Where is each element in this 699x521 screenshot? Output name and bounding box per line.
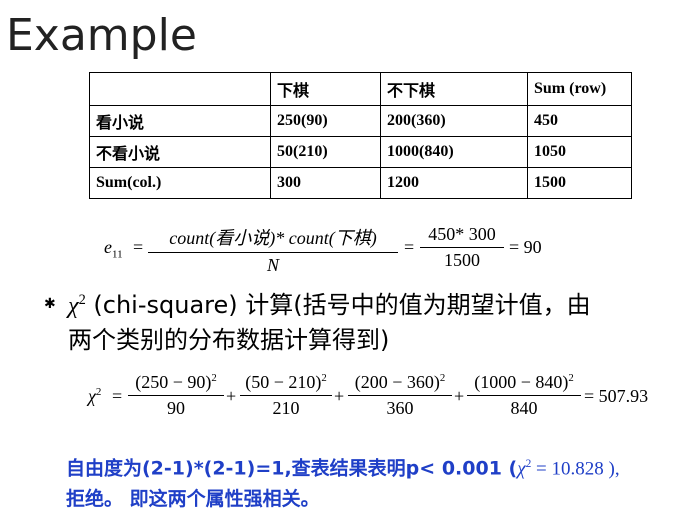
- chi-symbol: χ: [68, 293, 79, 319]
- chi2-symbol: χ2: [88, 386, 101, 407]
- term-numerator-text: (200 − 360): [354, 372, 440, 392]
- fraction-bar: [467, 395, 581, 396]
- equals-sign: =: [404, 237, 415, 257]
- description-line-1: (chi-square) 计算(括号中的值为期望计值，由: [85, 291, 591, 319]
- chi-symbol: χ: [517, 458, 526, 480]
- chi-term-fraction: (250 − 90)2 90: [128, 372, 224, 419]
- e-letter: e: [104, 237, 112, 257]
- chi-term-fraction: (200 − 360)2 360: [348, 372, 452, 419]
- fraction-numerator: (200 − 360)2: [348, 372, 452, 393]
- fraction-values: 450* 300 1500: [420, 224, 504, 271]
- conclusion-line-2: 拒绝。 即这两个属性强相关。: [66, 488, 320, 511]
- fraction-count: count(看小说)* count(下棋) N: [148, 224, 398, 276]
- term-exponent: 2: [568, 372, 574, 384]
- fraction-denominator: 840: [510, 398, 538, 418]
- fraction-denominator: 360: [386, 398, 414, 418]
- term-exponent: 2: [439, 372, 446, 384]
- fraction-bar: [240, 395, 332, 396]
- conclusion-text: 自由度为(2-1)*(2-1)=1,查表结果表明p< 0.001 (χ2 = 1…: [66, 449, 696, 514]
- conclusion-line-1: 自由度为(2-1)*(2-1)=1,查表结果表明p< 0.001 (: [66, 457, 518, 480]
- expected-value-formula: e11 = count(看小说)* count(下棋) N = 450* 300…: [0, 0, 699, 290]
- chi-term-fraction: (50 − 210)2 210: [240, 372, 332, 419]
- fraction-bar: [420, 247, 504, 248]
- term-numerator-text: (1000 − 840): [474, 372, 569, 392]
- fraction-denominator: N: [266, 255, 279, 275]
- chi-superscript: 2: [78, 292, 86, 308]
- bullet-marker-icon: ✱: [44, 297, 56, 312]
- chi2-superscript: 2: [95, 386, 102, 398]
- fraction-denominator: 210: [272, 398, 300, 418]
- term-exponent: 2: [211, 372, 217, 384]
- fraction-numerator: 450* 300: [428, 224, 496, 244]
- e11-symbol: e11: [104, 237, 123, 261]
- plus-sign: +: [454, 386, 465, 406]
- fraction-numerator: (250 − 90)2: [128, 372, 224, 393]
- equals-sign: =: [133, 237, 144, 257]
- plus-sign: +: [334, 386, 345, 406]
- chi-square-formula: χ2 = (250 − 90)2 90 + (50 − 210)2 210 + …: [0, 360, 699, 430]
- term-numerator-text: (50 − 210): [245, 372, 322, 392]
- plus-sign: +: [226, 386, 237, 406]
- fraction-numerator: (50 − 210)2: [240, 372, 332, 393]
- chi-term-fraction: (1000 − 840)2 840: [467, 372, 581, 419]
- formula-result: = 90: [509, 237, 542, 257]
- fraction-denominator: 90: [167, 398, 185, 418]
- fraction-numerator: (1000 − 840)2: [467, 372, 581, 393]
- chi-square-description: χ2 (chi-square) 计算(括号中的值为期望计值，由 两个类别的分布数…: [68, 283, 668, 357]
- formula-result: = 507.93: [584, 386, 649, 406]
- term-exponent: 2: [321, 372, 327, 384]
- chi-letter: χ: [88, 386, 96, 406]
- e-subscript: 11: [112, 248, 123, 261]
- critical-value: = 10.828 ),: [531, 458, 620, 480]
- term-numerator-text: (250 − 90): [135, 372, 212, 392]
- fraction-bar: [128, 395, 224, 396]
- fraction-denominator: 1500: [444, 250, 480, 270]
- description-line-2: 两个类别的分布数据计算得到): [68, 326, 390, 354]
- fraction-bar: [348, 395, 452, 396]
- fraction-numerator: count(看小说)* count(下棋): [169, 228, 377, 248]
- fraction-bar: [148, 252, 398, 253]
- equals-sign: =: [112, 386, 123, 406]
